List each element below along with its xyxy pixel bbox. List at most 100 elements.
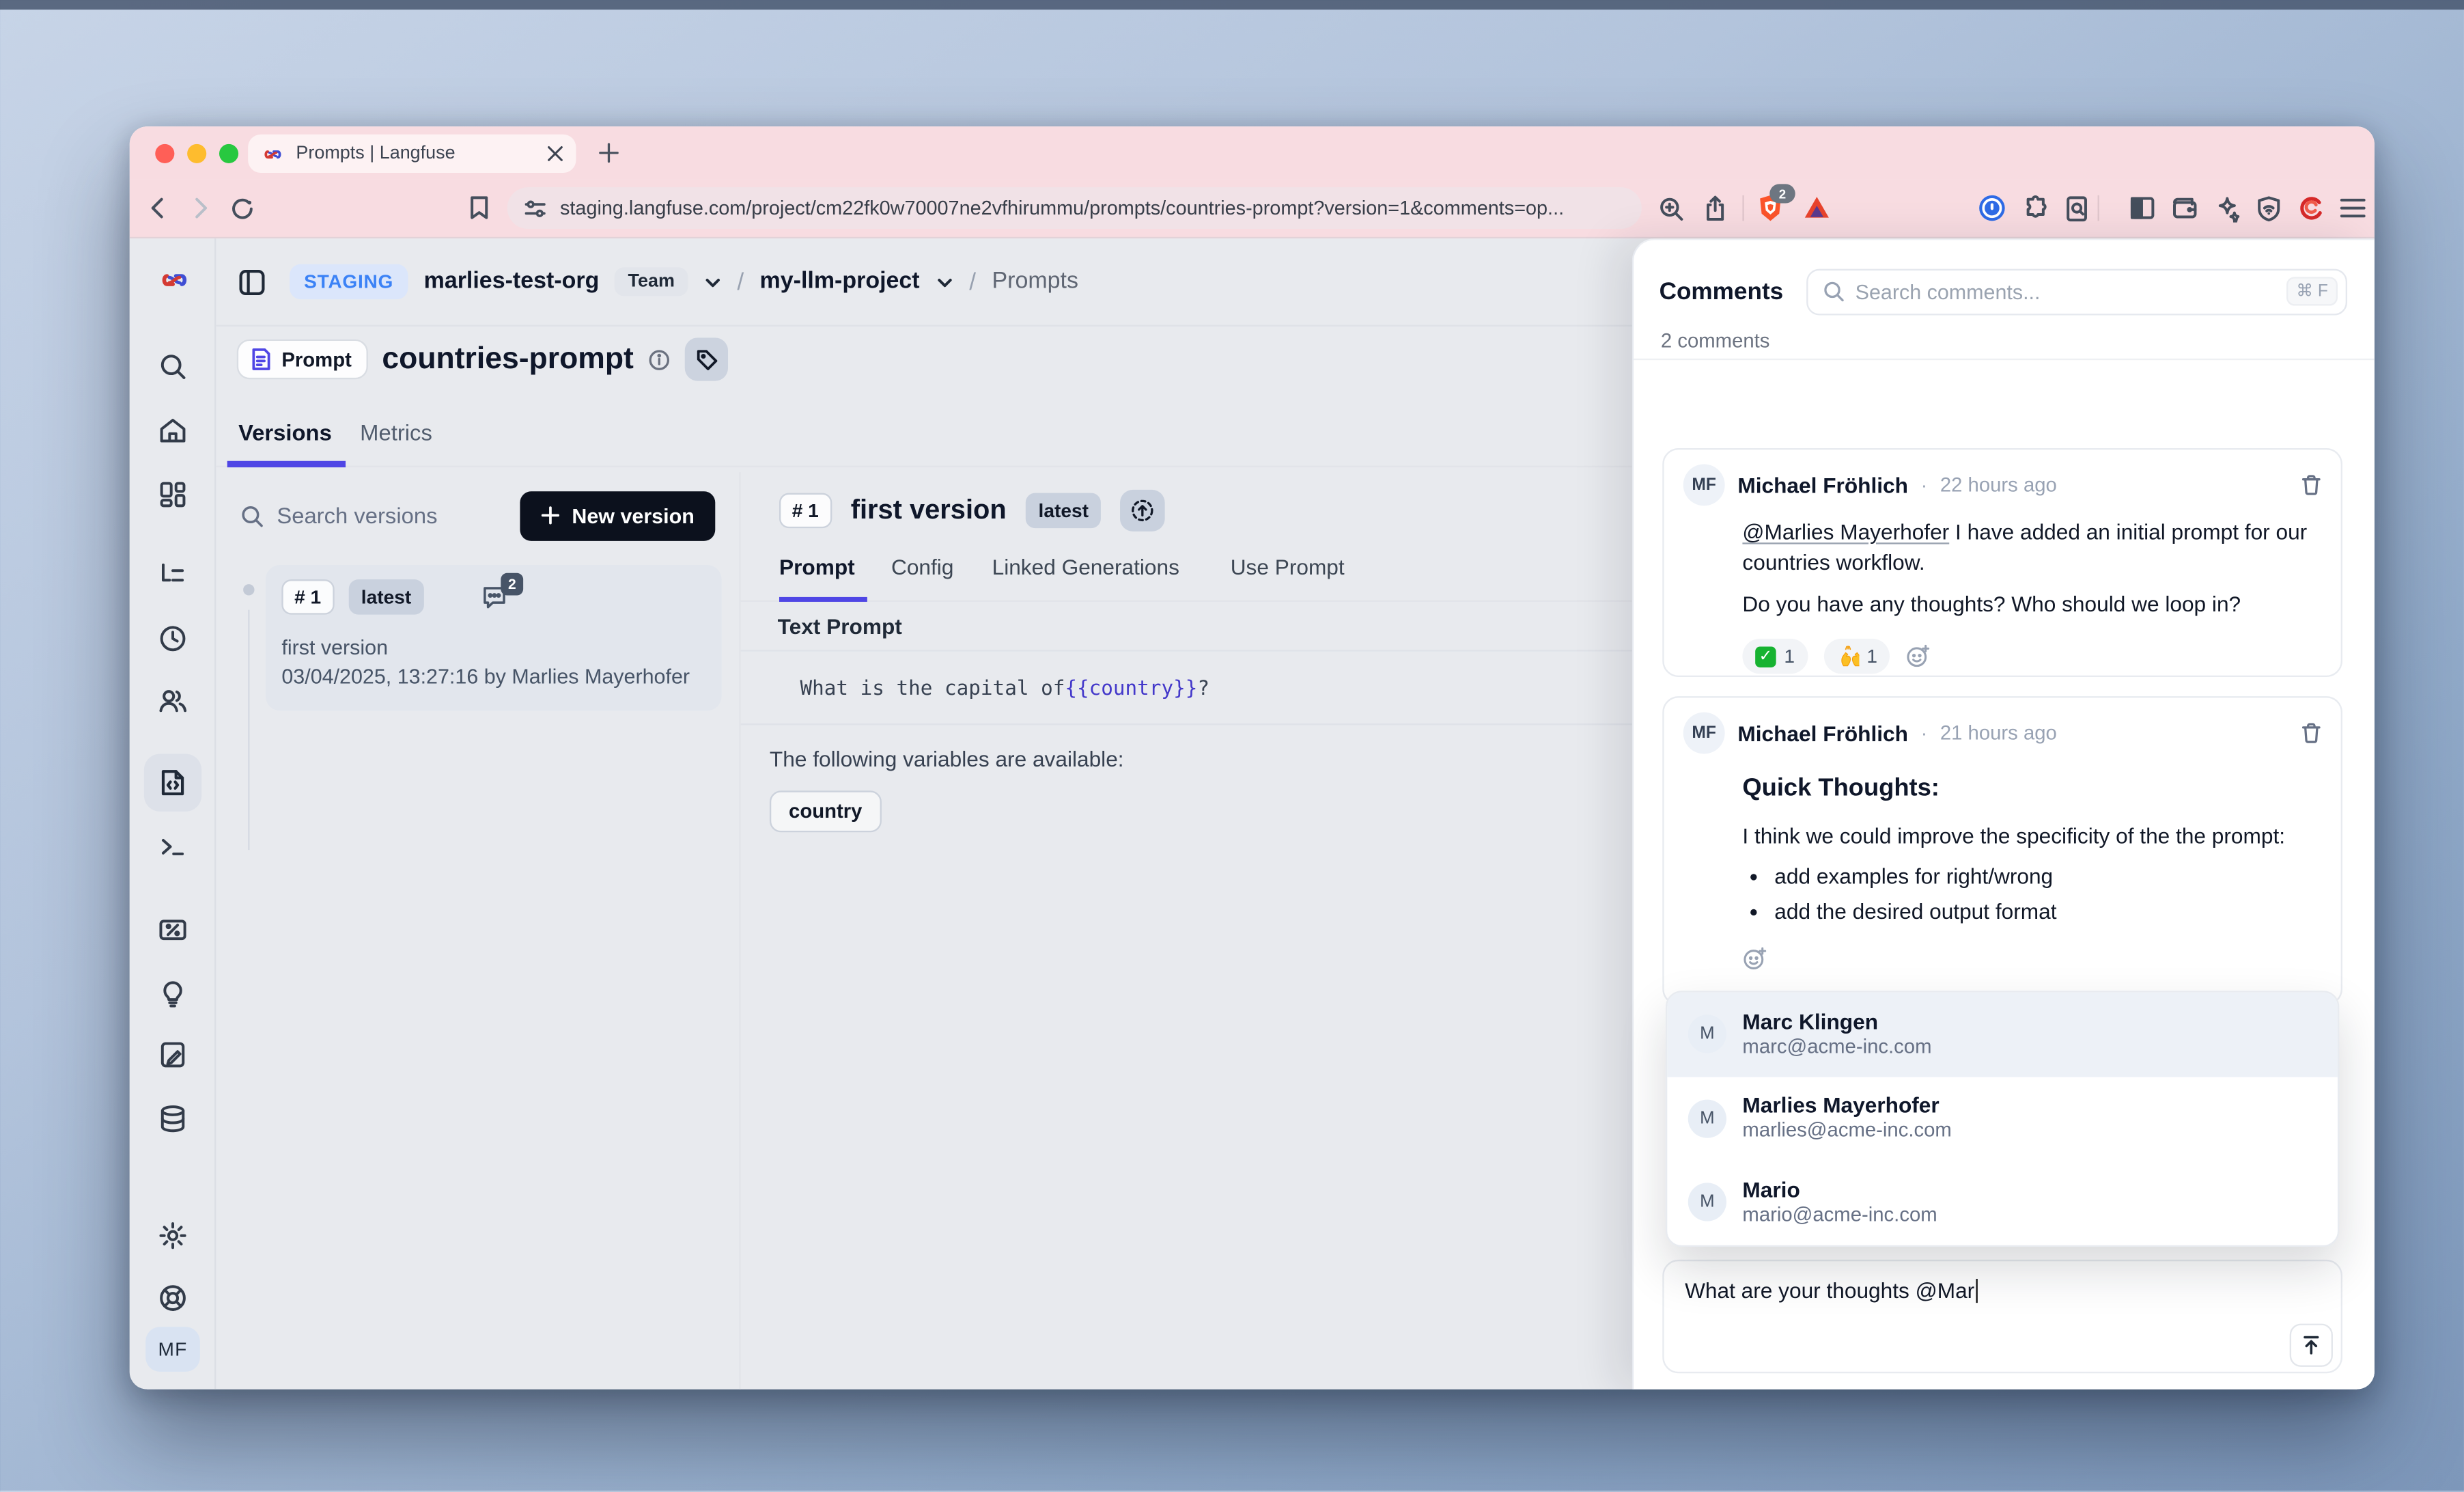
- url-bar[interactable]: staging.langfuse.com/project/cm22fk0w700…: [507, 187, 1642, 229]
- delete-comment-icon[interactable]: [2301, 722, 2321, 745]
- forward-button[interactable]: [184, 192, 216, 224]
- submit-comment-button[interactable]: [2290, 1324, 2333, 1367]
- brave-rewards-icon[interactable]: [1800, 192, 1832, 224]
- browser-toolbar: staging.langfuse.com/project/cm22fk0w700…: [130, 179, 2375, 238]
- users-icon[interactable]: [157, 685, 189, 717]
- new-version-label: New version: [572, 503, 694, 527]
- mention-email: mario@acme-inc.com: [1742, 1204, 1937, 1228]
- tracing-icon[interactable]: [157, 559, 189, 591]
- sidebar-toggle-icon[interactable]: [2127, 192, 2159, 224]
- mention-option-mario[interactable]: M Mario mario@acme-inc.com: [1667, 1161, 2338, 1245]
- avatar: MF: [1683, 713, 1725, 754]
- app-sidebar: MF: [130, 238, 216, 1390]
- search-versions-input[interactable]: Search versions: [240, 503, 520, 528]
- add-reaction-icon[interactable]: [1742, 946, 2321, 971]
- home-icon[interactable]: [157, 415, 189, 447]
- reaction-raised-hands[interactable]: 1: [1823, 639, 1890, 674]
- new-version-button[interactable]: New version: [520, 491, 715, 540]
- tag-button[interactable]: [685, 337, 728, 381]
- close-window-button[interactable]: [155, 144, 174, 163]
- reload-button[interactable]: [225, 192, 257, 224]
- timeline-rail: [248, 610, 249, 850]
- leo-ai-icon[interactable]: [2211, 192, 2243, 224]
- tab-linked-generations[interactable]: Linked Generations: [992, 555, 1179, 579]
- comments-bubble-icon[interactable]: 2: [480, 583, 509, 611]
- minimize-window-button[interactable]: [187, 144, 206, 163]
- panel-toggle-icon[interactable]: [237, 266, 268, 297]
- support-icon[interactable]: [157, 1282, 189, 1314]
- wallet-icon[interactable]: [2168, 192, 2200, 224]
- back-button[interactable]: [143, 192, 175, 224]
- settings-gear-icon[interactable]: [157, 1219, 189, 1252]
- search-comments-input[interactable]: Search comments... ⌘ F: [1806, 268, 2347, 314]
- mention-email: marlies@acme-inc.com: [1742, 1120, 1951, 1144]
- tab-metrics[interactable]: Metrics: [360, 419, 432, 445]
- variables-note: The following variables are available:: [770, 747, 1124, 771]
- avatar: M: [1688, 1015, 1726, 1053]
- comment-time: 22 hours ago: [1940, 473, 2057, 496]
- close-tab-icon[interactable]: [547, 146, 563, 161]
- tab-config[interactable]: Config: [891, 555, 953, 579]
- site-settings-icon[interactable]: [523, 196, 547, 220]
- promote-version-button[interactable]: [1121, 490, 1166, 531]
- chevron-down-icon[interactable]: [703, 273, 721, 290]
- browser-titlebar: Prompts | Langfuse: [130, 126, 2375, 179]
- dashboards-icon[interactable]: [157, 479, 189, 511]
- share-icon[interactable]: [1699, 192, 1731, 224]
- project-name[interactable]: my-llm-project: [760, 269, 920, 294]
- comment-card: MF Michael Fröhlich · 21 hours ago Quick…: [1662, 696, 2342, 1005]
- reading-mode-icon[interactable]: [2295, 192, 2327, 224]
- page-header: Prompt countries-prompt: [237, 337, 728, 381]
- comments-title: Comments: [1660, 277, 1784, 305]
- org-name[interactable]: marlies-test-org: [424, 269, 600, 294]
- browser-tab[interactable]: Prompts | Langfuse: [248, 135, 576, 173]
- prompt-text: What is the capital of: [800, 676, 1065, 700]
- scores-icon[interactable]: [157, 914, 189, 946]
- user-avatar[interactable]: MF: [145, 1327, 200, 1372]
- zoom-page-icon[interactable]: [1655, 192, 1687, 224]
- comments-count: 2 comments: [1661, 330, 1770, 353]
- evaluation-icon[interactable]: [157, 976, 189, 1008]
- info-icon[interactable]: [648, 348, 671, 371]
- add-reaction-icon[interactable]: [1906, 644, 1931, 669]
- detail-title: first version: [851, 495, 1007, 527]
- annotation-icon[interactable]: [157, 1039, 189, 1071]
- langfuse-logo-icon[interactable]: [157, 262, 189, 294]
- prompts-icon[interactable]: [157, 766, 189, 799]
- chevron-down-icon[interactable]: [936, 273, 953, 290]
- reaction-check[interactable]: ✓ 1: [1742, 639, 1807, 674]
- version-name: first version: [281, 634, 705, 663]
- datasets-icon[interactable]: [157, 1103, 189, 1135]
- page-search-icon[interactable]: [2061, 192, 2093, 224]
- extensions-icon[interactable]: [2019, 192, 2052, 224]
- text-caret: [1976, 1279, 1978, 1303]
- delete-comment-icon[interactable]: [2301, 473, 2321, 496]
- mention-option-marc[interactable]: M Marc Klingen marc@acme-inc.com: [1667, 993, 2338, 1077]
- bookmark-icon[interactable]: [462, 192, 494, 224]
- search-icon[interactable]: [157, 350, 189, 383]
- langfuse-app: MF STAGING marlies-test-org Team / my-ll…: [130, 238, 2375, 1390]
- comments-drawer: Comments Search comments... ⌘ F 2 commen…: [1632, 238, 2375, 1390]
- new-tab-button[interactable]: [598, 143, 619, 163]
- comment-input[interactable]: What are your thoughts @Mar: [1662, 1260, 2342, 1373]
- mention-link[interactable]: @Marlies Mayerhofer: [1742, 520, 1949, 544]
- tab-use-prompt[interactable]: Use Prompt: [1231, 555, 1345, 579]
- mention-name: Marc Klingen: [1742, 1010, 1931, 1035]
- tab-title: Prompts | Langfuse: [296, 144, 535, 163]
- zoom-window-button[interactable]: [219, 144, 238, 163]
- version-list-item[interactable]: # 1 latest 2 first version 03/04/2025, 1…: [266, 565, 722, 710]
- playground-icon[interactable]: [157, 831, 189, 863]
- vpn-shield-icon[interactable]: [2253, 192, 2285, 224]
- comment-author: Michael Fröhlich: [1737, 473, 1908, 497]
- browser-window: Prompts | Langfuse staging.langfuse.com/…: [130, 126, 2375, 1390]
- tab-versions[interactable]: Versions: [238, 419, 332, 445]
- page-title: countries-prompt: [382, 342, 633, 377]
- menu-icon[interactable]: [2336, 192, 2368, 224]
- brave-shields-icon[interactable]: 2: [1754, 192, 1786, 224]
- sessions-icon[interactable]: [157, 622, 189, 654]
- mention-option-marlies[interactable]: M Marlies Mayerhofer marlies@acme-inc.co…: [1667, 1077, 2338, 1161]
- password-manager-icon[interactable]: [1976, 192, 2008, 224]
- text-prompt-section-title: Text Prompt: [778, 615, 902, 639]
- tab-prompt[interactable]: Prompt: [779, 555, 855, 579]
- search-versions-placeholder: Search versions: [277, 503, 437, 528]
